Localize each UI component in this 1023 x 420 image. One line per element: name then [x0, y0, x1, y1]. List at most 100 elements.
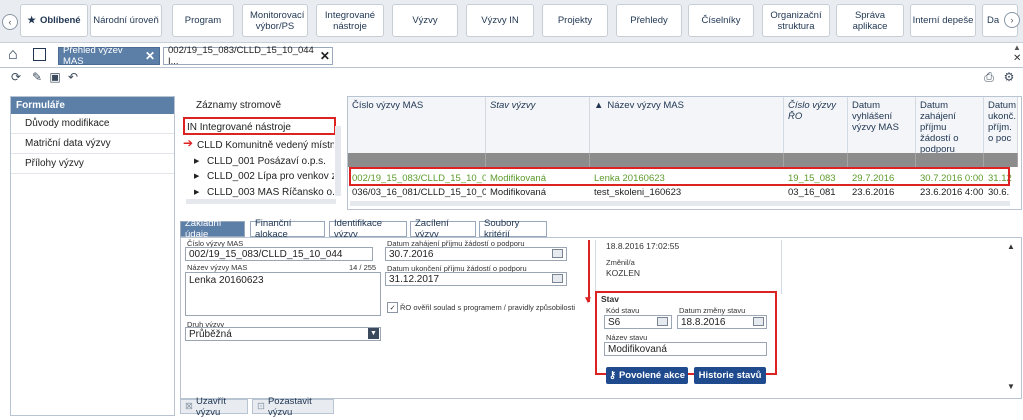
- key-icon: ⚷: [609, 370, 616, 381]
- sort-icon: ▲: [594, 100, 604, 111]
- nav-interni-depese[interactable]: Interní depeše: [910, 4, 976, 37]
- arrow-right-icon: ➔: [183, 136, 194, 150]
- chevron-down-icon[interactable]: ▼: [368, 328, 379, 339]
- tree-item[interactable]: CLLD_002 Lípa pro venkov z.s.: [207, 171, 334, 182]
- col-header-nazev[interactable]: ▲ Název výzvy MAS: [590, 97, 784, 153]
- calendar-icon[interactable]: [552, 249, 563, 258]
- nav-oblibene[interactable]: ★ Oblíbené: [20, 4, 88, 37]
- form-item-prilohy[interactable]: Přílohy výzvy: [11, 154, 174, 174]
- home-icon[interactable]: ⌂: [8, 46, 18, 64]
- tree-item[interactable]: CLLD_003 MAS Říčansko o.p.s.: [207, 187, 334, 198]
- close-icon[interactable]: ✕: [320, 49, 330, 63]
- nav-vyzvy[interactable]: Výzvy: [392, 4, 458, 37]
- nazev-field[interactable]: Lenka 20160623: [185, 272, 381, 316]
- table-row[interactable]: 036/03_16_081/CLLD_15_10_012 Modifikovan…: [348, 185, 1018, 199]
- forms-panel: Formuláře Důvody modifikace Matriční dat…: [10, 96, 175, 416]
- expand-icon[interactable]: ▶: [194, 157, 199, 165]
- nav-integrovane-nastroje[interactable]: Integrované nástroje: [316, 4, 384, 37]
- historie-stavu-button[interactable]: Historie stavů: [694, 367, 766, 384]
- cell-nazev: test_skoleni_160623: [594, 186, 682, 198]
- filter-cell[interactable]: [916, 153, 984, 167]
- gear-icon[interactable]: ⚙: [1002, 70, 1016, 84]
- print-icon[interactable]: ⎙: [982, 70, 996, 84]
- druh-select[interactable]: Průběžná: [185, 327, 381, 341]
- edit-icon[interactable]: ✎: [30, 70, 44, 84]
- close-all-icon[interactable]: ✕: [1013, 53, 1021, 64]
- nav-vyzvy-in[interactable]: Výzvy IN: [466, 4, 534, 37]
- expand-icon[interactable]: ▶: [194, 172, 199, 180]
- pozastavit-vyzvu-button[interactable]: ⊡ Pozastavit výzvu: [252, 396, 334, 418]
- ukonceni-field[interactable]: 31.12.2017: [385, 272, 567, 286]
- list-icon[interactable]: [657, 317, 668, 326]
- tree-panel: Záznamy stromově IN Integrované nástroje…: [180, 96, 343, 208]
- col-header-cislo[interactable]: Číslo výzvy MAS: [348, 97, 486, 153]
- nav-ciselniky[interactable]: Číselníky: [688, 4, 754, 37]
- nav-narodni-uroven[interactable]: Národní úroveň: [90, 4, 162, 37]
- cislo-field[interactable]: 002/19_15_083/CLLD_15_10_044: [185, 247, 373, 261]
- col-header-datum-vyhlaseni[interactable]: Datum vyhlášení výzvy MAS: [848, 97, 916, 153]
- tab-prehled-vyzev[interactable]: Přehled výzev MAS ✕: [58, 45, 160, 67]
- save-icon[interactable]: ▣: [48, 70, 62, 84]
- nav-prehledy[interactable]: Přehledy: [616, 4, 682, 37]
- nav-organizacni-struktura[interactable]: Organizační struktura: [762, 4, 830, 37]
- close-icon[interactable]: ✕: [145, 49, 155, 63]
- col-header-datum-zahajeni[interactable]: Datum zahájení příjmu žádostí o podporu: [916, 97, 984, 155]
- tab-zacileni-vyzvy[interactable]: Zacílení výzvy: [410, 218, 476, 240]
- tree-item-root[interactable]: IN Integrované nástroje: [187, 122, 291, 133]
- tab-soubory-kriterii[interactable]: Soubory kritérií: [479, 218, 547, 240]
- scroll-up-icon[interactable]: ▲: [1007, 242, 1015, 251]
- calendar-icon[interactable]: [552, 274, 563, 283]
- stav-title: Stav: [601, 294, 619, 304]
- col-header-cislo-ro[interactable]: Číslo výzvy ŘO: [784, 97, 848, 153]
- nav-projekty[interactable]: Projekty: [542, 4, 608, 37]
- zahajeni-field[interactable]: 30.7.2016: [385, 247, 567, 261]
- expand-icon[interactable]: ▶: [194, 188, 199, 196]
- filter-cell[interactable]: [784, 153, 848, 167]
- tab-financni-alokace[interactable]: Finanční alokace: [250, 218, 325, 240]
- cell-datum-zahajeni: 23.6.2016 4:00: [920, 186, 984, 198]
- tree-scrollbar[interactable]: [335, 126, 341, 196]
- tab-vyzva-detail[interactable]: 002/19_15_083/CLLD_15_10_044 I... ✕: [163, 45, 333, 67]
- form-scrollbar[interactable]: ▲ ▼: [1007, 242, 1015, 392]
- tree-item-clld[interactable]: CLLD Komunitně vedený místní rc: [197, 140, 334, 151]
- filter-cell[interactable]: [348, 153, 486, 167]
- nav-program[interactable]: Program: [172, 4, 234, 37]
- tree-title: Záznamy stromově: [196, 100, 282, 111]
- scroll-up-icon[interactable]: ▲: [1013, 43, 1021, 52]
- calendar-icon[interactable]: [753, 317, 764, 326]
- form-item-matricni-data[interactable]: Matriční data výzvy: [11, 134, 174, 154]
- nazev-stavu-field[interactable]: Modifikovaná: [604, 342, 767, 356]
- tab-zakladni-udaje[interactable]: Základní údaje: [180, 218, 245, 240]
- back-icon[interactable]: ‹: [2, 14, 18, 30]
- nav-monitorovaci-vybor[interactable]: Monitorovací výbor/PS: [242, 4, 308, 37]
- nav-next-icon[interactable]: ›: [1004, 12, 1020, 28]
- forms-header: Formuláře: [11, 97, 174, 114]
- arrow-down-icon: ▼: [583, 295, 593, 306]
- filter-cell[interactable]: [486, 153, 590, 167]
- pointer-line: [588, 240, 590, 302]
- refresh-icon[interactable]: ⟳: [9, 70, 23, 84]
- grid-hscrollbar[interactable]: [350, 201, 1010, 206]
- povolene-akce-button[interactable]: ⚷ Povolené akce: [606, 367, 688, 384]
- label-nazev-stavu: Název stavu: [606, 333, 648, 342]
- col-header-datum-ukonceni[interactable]: Datum ukonč. příjm. o poc: [984, 97, 1018, 153]
- form-item-duvody-modifikace[interactable]: Důvody modifikace: [11, 114, 174, 134]
- col-header-stav[interactable]: Stav výzvy: [486, 97, 590, 153]
- document-icon[interactable]: [33, 48, 46, 61]
- cell-datum-ukonceni: 30.6.: [988, 186, 1010, 198]
- lock-icon: ⊠: [185, 401, 193, 412]
- filter-cell[interactable]: [590, 153, 784, 167]
- check-icon[interactable]: ✓: [387, 302, 398, 313]
- cell-datum-vyhlaseni: 23.6.2016: [852, 186, 895, 198]
- nav-sprava-aplikace[interactable]: Správa aplikace: [836, 4, 904, 37]
- uzavrit-vyzvu-button[interactable]: ⊠ Uzavřít výzvu: [180, 396, 248, 418]
- undo-icon[interactable]: ↶: [66, 70, 80, 84]
- cell-cislo: 036/03_16_081/CLLD_15_10_012: [352, 186, 486, 198]
- tab-identifikace-vyzvy[interactable]: Identifikace výzvy: [329, 218, 407, 240]
- filter-cell[interactable]: [984, 153, 1018, 167]
- changed-date: 18.8.2016 17:02:55: [606, 241, 680, 251]
- scroll-down-icon[interactable]: ▼: [1007, 382, 1015, 391]
- filter-cell[interactable]: [848, 153, 916, 167]
- tree-hscrollbar[interactable]: [186, 199, 336, 204]
- tree-item[interactable]: CLLD_001 Posázaví o.p.s.: [207, 156, 334, 167]
